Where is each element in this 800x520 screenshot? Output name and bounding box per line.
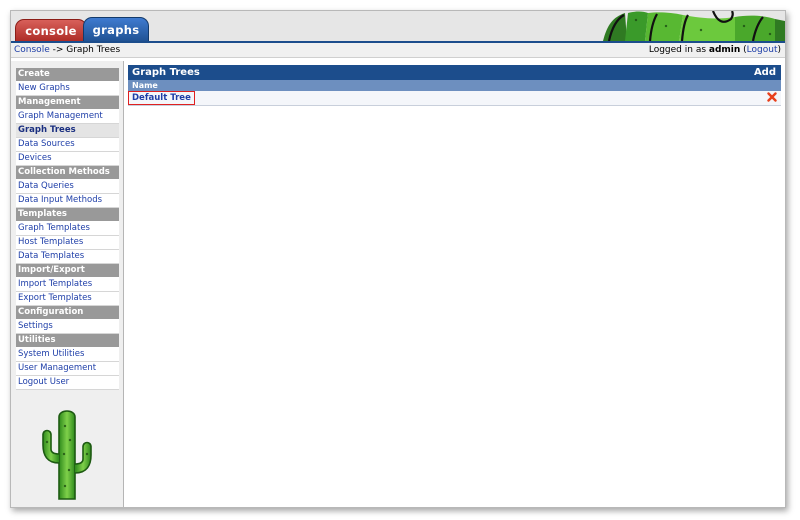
sidebar-item-data-queries[interactable]: Data Queries	[16, 180, 119, 194]
sidebar-menu: Create New Graphs Management Graph Manag…	[16, 68, 119, 390]
menu-heading-configuration: Configuration	[16, 306, 119, 320]
sidebar-item-user-management[interactable]: User Management	[16, 362, 119, 376]
menu-heading-create: Create	[16, 68, 119, 82]
sidebar-item-data-sources[interactable]: Data Sources	[16, 138, 119, 152]
cactus-logo-icon	[42, 410, 92, 500]
breadcrumb-current: Graph Trees	[66, 45, 121, 55]
sidebar-item-graph-management[interactable]: Graph Management	[16, 110, 119, 124]
sidebar: Create New Graphs Management Graph Manag…	[11, 61, 124, 507]
login-close-paren: )	[777, 45, 781, 55]
add-tree-button[interactable]: Add	[754, 65, 776, 80]
sidebar-item-data-templates[interactable]: Data Templates	[16, 250, 119, 264]
tab-console[interactable]: console	[15, 19, 87, 41]
graph-trees-panel-header: Graph Trees Add	[128, 65, 781, 80]
panel-title: Graph Trees	[132, 67, 200, 78]
cactus-banner-art	[603, 11, 785, 41]
breadcrumb: Console -> Graph Trees	[14, 43, 120, 57]
login-username: admin	[708, 45, 741, 55]
table-row: Default Tree	[128, 91, 781, 106]
menu-heading-templates: Templates	[16, 208, 119, 222]
menu-heading-utilities: Utilities	[16, 334, 119, 348]
menu-heading-management: Management	[16, 96, 119, 110]
menu-heading-collection-methods: Collection Methods	[16, 166, 119, 180]
breadcrumb-console-link[interactable]: Console	[14, 45, 50, 55]
top-banner: console graphs	[11, 11, 785, 43]
login-status: Logged in as admin (Logout)	[649, 43, 781, 57]
sidebar-item-graph-templates[interactable]: Graph Templates	[16, 222, 119, 236]
login-prefix: Logged in as	[648, 45, 709, 55]
sidebar-item-settings[interactable]: Settings	[16, 320, 119, 334]
logout-link[interactable]: Logout	[747, 45, 778, 55]
sidebar-item-export-templates[interactable]: Export Templates	[16, 292, 119, 306]
sidebar-item-host-templates[interactable]: Host Templates	[16, 236, 119, 250]
sidebar-item-system-utilities[interactable]: System Utilities	[16, 348, 119, 362]
sidebar-item-new-graphs[interactable]: New Graphs	[16, 82, 119, 96]
sidebar-item-data-input-methods[interactable]: Data Input Methods	[16, 194, 119, 208]
tree-link-default-tree[interactable]: Default Tree	[128, 91, 195, 105]
breadcrumb-bar: Console -> Graph Trees Logged in as admi…	[11, 43, 785, 58]
sidebar-item-graph-trees[interactable]: Graph Trees	[16, 124, 119, 138]
tab-graphs[interactable]: graphs	[83, 17, 149, 41]
delete-x-icon[interactable]	[767, 92, 777, 102]
menu-heading-import-export: Import/Export	[16, 264, 119, 278]
sidebar-item-import-templates[interactable]: Import Templates	[16, 278, 119, 292]
sidebar-item-logout-user[interactable]: Logout User	[16, 376, 119, 390]
breadcrumb-separator: ->	[49, 45, 67, 55]
main-content: Graph Trees Add Name Default Tree	[128, 65, 781, 106]
sidebar-item-devices[interactable]: Devices	[16, 152, 119, 166]
column-header-name: Name	[128, 80, 781, 91]
app-window: console graphs Console -> Graph Trees Lo…	[10, 10, 786, 508]
